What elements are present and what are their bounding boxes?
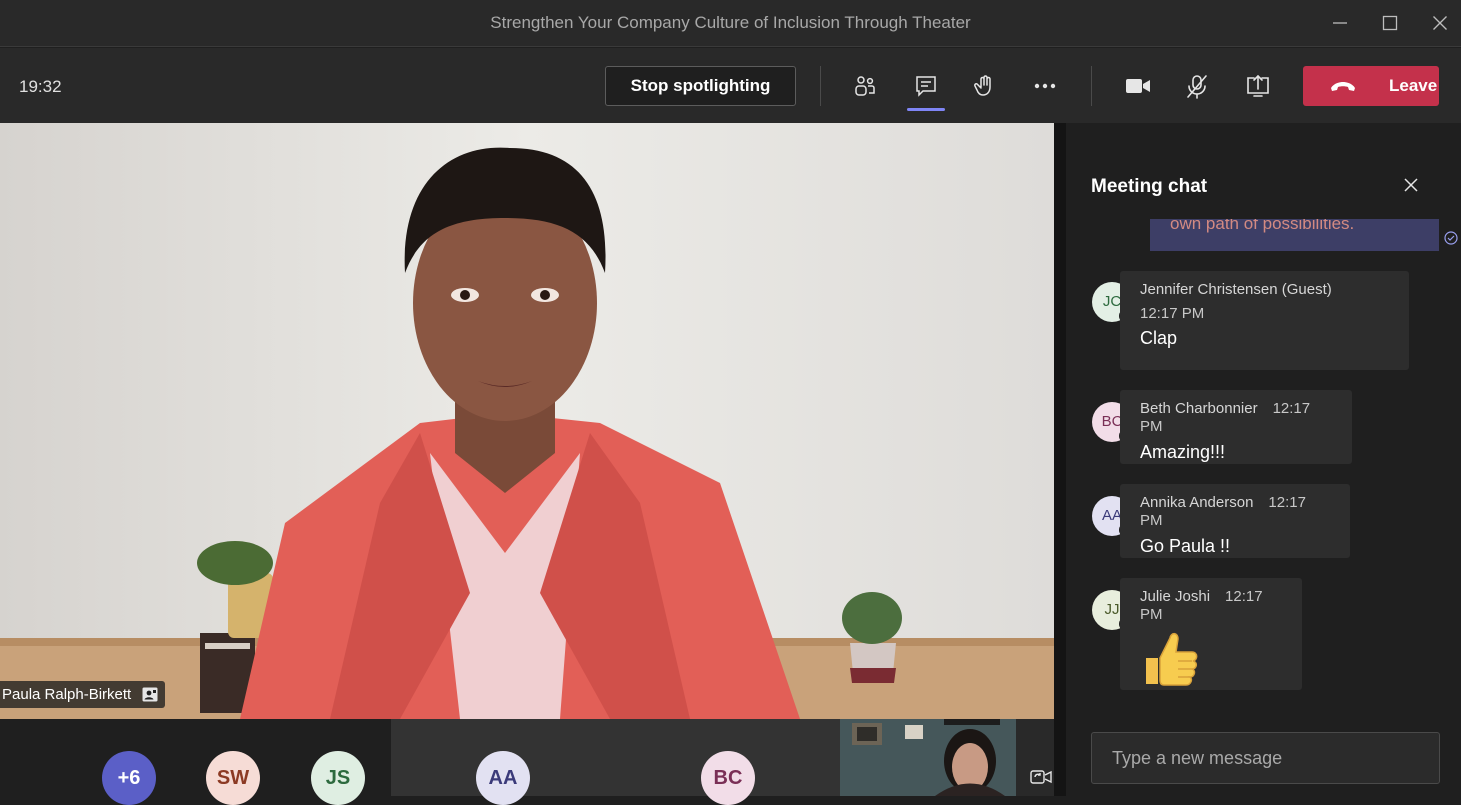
people-icon <box>855 76 875 96</box>
meeting-chat-panel: Meeting chat own path of possibilities. … <box>1066 123 1461 796</box>
chat-message[interactable]: Annika Anderson 12:17 PM Go Paula !! <box>1120 484 1350 558</box>
spotlight-icon <box>142 687 158 702</box>
camera-switch-icon[interactable] <box>1030 768 1052 786</box>
participant-avatar[interactable]: AA <box>476 751 530 805</box>
message-sender: Jennifer Christensen (Guest) <box>1140 281 1332 298</box>
title-bar: Strengthen Your Company Culture of Inclu… <box>0 0 1461 47</box>
self-video-tile[interactable] <box>840 719 1016 796</box>
chat-message[interactable]: Jennifer Christensen (Guest) 12:17 PM Cl… <box>1120 271 1409 370</box>
participant-strip: +6 SW JS <box>0 719 391 805</box>
minimize-button[interactable] <box>1320 8 1360 38</box>
maximize-button[interactable] <box>1370 8 1410 38</box>
meeting-clock: 19:32 <box>19 77 62 96</box>
chat-message[interactable]: Julie Joshi 12:17 PM <box>1120 578 1302 690</box>
microphone-button[interactable] <box>1179 70 1215 102</box>
participant-avatar[interactable]: BC <box>701 751 755 805</box>
message-body: Go Paula !! <box>1140 536 1231 556</box>
people-button[interactable] <box>847 70 883 102</box>
message-input[interactable] <box>1112 748 1419 769</box>
close-window-button[interactable] <box>1420 8 1460 38</box>
read-receipt-icon <box>1444 231 1458 245</box>
chat-message[interactable]: Beth Charbonnier 12:17 PM Amazing!!! <box>1120 390 1352 464</box>
toolbar-divider <box>820 66 821 106</box>
chat-button[interactable] <box>907 70 945 111</box>
meeting-toolbar: 19:32 Stop spotlighting Leave <box>0 48 1461 123</box>
leave-button[interactable]: Leave <box>1303 66 1439 106</box>
chat-avatar-initials: JJ <box>1104 601 1120 618</box>
mic-off-icon <box>1187 75 1207 99</box>
participant-name: Paula Ralph-Birkett <box>2 686 132 703</box>
panel-divider <box>1054 123 1066 796</box>
message-sender: Annika Anderson <box>1140 494 1254 511</box>
camera-button[interactable] <box>1119 70 1155 102</box>
hang-up-icon <box>1331 82 1355 91</box>
raise-hand-icon <box>974 75 991 96</box>
chat-avatar-initials: JC <box>1102 293 1122 310</box>
toolbar-divider <box>1091 66 1092 106</box>
chat-title: Meeting chat <box>1091 176 1208 197</box>
participant-avatar[interactable]: JS <box>311 751 365 805</box>
raise-hand-button[interactable] <box>967 70 1003 102</box>
more-icon <box>1034 83 1056 89</box>
message-sender: Beth Charbonnier <box>1140 400 1258 417</box>
spotlight-video <box>0 123 1054 719</box>
share-screen-button[interactable] <box>1239 70 1275 102</box>
message-sender: Julie Joshi <box>1140 588 1211 605</box>
message-body: Amazing!!! <box>1140 442 1226 462</box>
maximize-icon <box>1382 15 1398 31</box>
chat-avatar-initials: AA <box>1101 507 1122 524</box>
minimize-icon <box>1333 22 1347 24</box>
video-frame-image <box>0 123 1054 719</box>
message-body: Clap <box>1140 328 1178 348</box>
message-time: 12:17 PM <box>1140 305 1205 322</box>
close-chat-icon[interactable] <box>1403 177 1419 193</box>
previous-message: own path of possibilities. <box>1150 219 1439 251</box>
camera-switch-area <box>1016 719 1054 796</box>
participant-avatar[interactable]: SW <box>206 751 260 805</box>
more-options-button[interactable] <box>1027 70 1063 102</box>
share-icon <box>1247 74 1269 97</box>
previous-message-text: own path of possibilities. <box>1170 219 1355 233</box>
close-icon <box>1433 16 1447 30</box>
participant-strip-videos: AA BC <box>391 719 840 805</box>
chat-icon <box>916 76 936 97</box>
participant-name-tag: Paula Ralph-Birkett <box>0 681 166 708</box>
leave-label: Leave <box>1389 76 1438 95</box>
message-composer[interactable] <box>1091 732 1440 784</box>
thumbs-up-emoji-icon <box>1146 632 1198 686</box>
self-video-image <box>840 719 1016 796</box>
window-title: Strengthen Your Company Culture of Inclu… <box>490 13 971 32</box>
stop-spotlighting-button[interactable]: Stop spotlighting <box>605 66 796 106</box>
camera-icon <box>1126 79 1150 93</box>
overflow-participants-button[interactable]: +6 <box>102 751 156 805</box>
